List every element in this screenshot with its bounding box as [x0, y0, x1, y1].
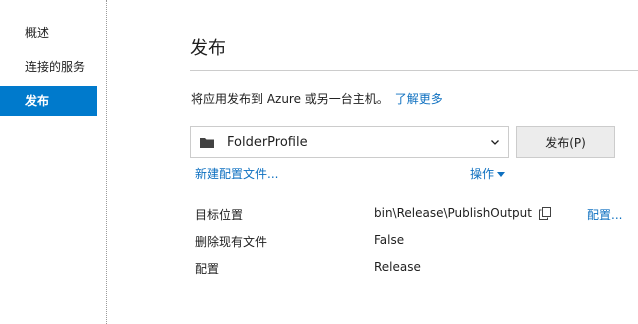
detail-label: 删除现有文件	[195, 235, 268, 249]
title-divider	[190, 70, 638, 71]
detail-label: 配置	[195, 262, 220, 276]
configure-link[interactable]: 配置...	[587, 206, 622, 223]
chevron-down-icon	[490, 139, 500, 145]
detail-row-delete-existing: 删除现有文件 False	[195, 233, 635, 251]
description-line: 将应用发布到 Azure 或另一台主机。 了解更多	[191, 90, 443, 107]
detail-value: Release	[374, 260, 421, 274]
triangle-down-icon	[497, 171, 506, 177]
target-location-value: bin\Release\PublishOutput	[374, 206, 532, 220]
copy-icon[interactable]	[539, 206, 551, 220]
actions-menu-link[interactable]: 操作	[470, 165, 506, 182]
detail-row-target-location: 目标位置 bin\Release\PublishOutput 配置...	[195, 206, 635, 224]
sidebar-item-publish[interactable]: 发布	[0, 86, 97, 116]
sidebar-nav: 概述 连接的服务 发布	[0, 0, 97, 324]
learn-more-link[interactable]: 了解更多	[395, 92, 443, 106]
main-panel: 发布 将应用发布到 Azure 或另一台主机。 了解更多 FolderProfil…	[107, 0, 638, 324]
detail-value: bin\Release\PublishOutput	[374, 206, 551, 220]
folder-icon	[200, 137, 214, 148]
new-profile-link[interactable]: 新建配置文件...	[195, 165, 278, 182]
detail-row-configuration: 配置 Release	[195, 260, 635, 278]
sidebar-item-overview[interactable]: 概述	[0, 18, 97, 48]
detail-value: False	[374, 233, 405, 247]
actions-label: 操作	[470, 167, 495, 181]
profile-dropdown-value: FolderProfile	[227, 134, 308, 150]
description-text: 将应用发布到 Azure 或另一台主机。	[191, 92, 389, 106]
sidebar-item-connected-services[interactable]: 连接的服务	[0, 52, 97, 82]
page-title: 发布	[190, 38, 226, 59]
publish-button[interactable]: 发布(P)	[516, 126, 615, 158]
detail-label: 目标位置	[195, 208, 244, 222]
profile-dropdown[interactable]: FolderProfile	[190, 126, 509, 158]
